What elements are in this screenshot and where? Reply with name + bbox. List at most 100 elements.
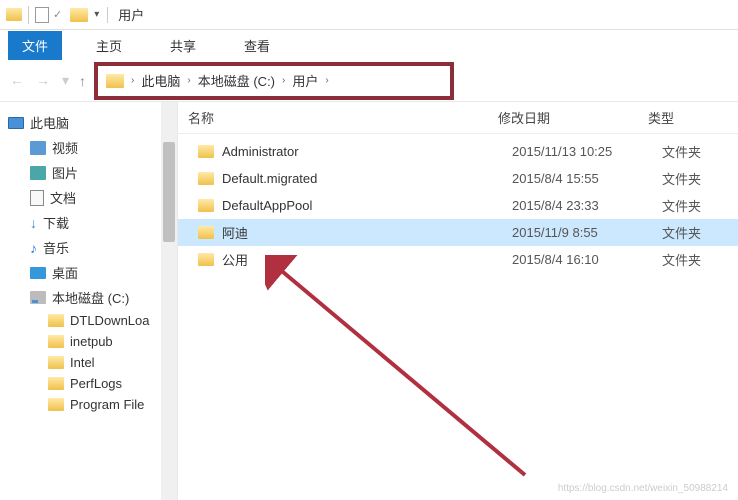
header-type[interactable]: 类型 (648, 108, 728, 127)
sidebar-item[interactable]: Program File (0, 394, 177, 415)
sidebar-item[interactable]: 文档 (0, 185, 177, 210)
file-type: 文件夹 (662, 196, 701, 215)
header-name[interactable]: 名称 (188, 108, 498, 127)
sidebar-item-label: Program File (70, 397, 144, 412)
qat-doc-icon[interactable] (35, 7, 49, 23)
tab-home[interactable]: 主页 (82, 31, 136, 60)
pictures-icon (30, 166, 46, 180)
folder-icon (198, 226, 214, 239)
file-name: Default.migrated (222, 171, 512, 186)
folder-icon (48, 314, 64, 327)
file-name: Administrator (222, 144, 512, 159)
sidebar-item[interactable]: PerfLogs (0, 373, 177, 394)
file-date: 2015/8/4 15:55 (512, 171, 662, 186)
sidebar-item-label: 本地磁盘 (C:) (52, 288, 129, 307)
file-name: DefaultAppPool (222, 198, 512, 213)
sidebar-item-label: inetpub (70, 334, 113, 349)
folder-icon (48, 377, 64, 390)
chevron-right-icon[interactable]: › (325, 75, 328, 86)
chevron-right-icon[interactable]: › (131, 75, 134, 86)
folder-icon (48, 335, 64, 348)
disk-icon (30, 291, 46, 304)
pc-icon (8, 117, 24, 129)
file-row[interactable]: Administrator2015/11/13 10:25文件夹 (178, 138, 738, 165)
sidebar-item[interactable]: 桌面 (0, 260, 177, 285)
file-type: 文件夹 (662, 223, 701, 242)
file-list-pane: 名称 修改日期 类型 Administrator2015/11/13 10:25… (178, 102, 738, 500)
nav-arrows: ← → ▾ (10, 72, 69, 89)
file-date: 2015/8/4 23:33 (512, 198, 662, 213)
sidebar-item[interactable]: Intel (0, 352, 177, 373)
folder-icon (48, 356, 64, 369)
forward-arrow-icon[interactable]: → (36, 72, 50, 89)
sidebar-item[interactable]: DTLDownLoa (0, 310, 177, 331)
file-row[interactable]: 公用2015/8/4 16:10文件夹 (178, 246, 738, 273)
file-row[interactable]: 阿迪2015/11/9 8:55文件夹 (178, 219, 738, 246)
desktop-icon (30, 267, 46, 279)
file-type: 文件夹 (662, 250, 701, 269)
download-icon: ↓ (30, 215, 37, 231)
address-bar: ← → ▾ ↑ › 此电脑 › 本地磁盘 (C:) › 用户 › (0, 60, 738, 102)
sidebar-item-label: DTLDownLoa (70, 313, 150, 328)
qat-folder-icon (6, 8, 22, 21)
breadcrumb-highlight[interactable]: › 此电脑 › 本地磁盘 (C:) › 用户 › (94, 62, 454, 100)
file-rows: Administrator2015/11/13 10:25文件夹Default.… (178, 134, 738, 273)
music-icon: ♪ (30, 240, 37, 256)
sidebar-item[interactable]: ↓ 下载 (0, 210, 177, 235)
folder-icon (198, 145, 214, 158)
back-arrow-icon[interactable]: ← (10, 72, 24, 89)
tab-share[interactable]: 共享 (156, 31, 210, 60)
header-date[interactable]: 修改日期 (498, 108, 648, 127)
sidebar-item[interactable]: 此电脑 (0, 110, 177, 135)
breadcrumb-users[interactable]: 用户 (292, 71, 318, 90)
qat-divider (28, 6, 29, 24)
sidebar-item-label: 此电脑 (30, 113, 69, 132)
history-dropdown-icon[interactable]: ▾ (62, 72, 69, 89)
file-name: 阿迪 (222, 223, 512, 242)
breadcrumb-folder-icon (106, 74, 124, 88)
content-area: 此电脑视频图片文档 ↓ 下载 ♪ 音乐桌面本地磁盘 (C:) DTLDownLoa inet… (0, 102, 738, 500)
file-date: 2015/11/13 10:25 (512, 144, 662, 159)
tab-view[interactable]: 查看 (230, 31, 284, 60)
sidebar-scrollbar[interactable] (161, 102, 177, 500)
title-separator (107, 7, 108, 23)
sidebar-item[interactable]: 本地磁盘 (C:) (0, 285, 177, 310)
chevron-right-icon[interactable]: › (282, 75, 285, 86)
folder-icon (198, 199, 214, 212)
sidebar-item[interactable]: 视频 (0, 135, 177, 160)
video-icon (30, 141, 46, 155)
navigation-pane: 此电脑视频图片文档 ↓ 下载 ♪ 音乐桌面本地磁盘 (C:) DTLDownLoa inet… (0, 102, 178, 500)
sidebar-item-label: 文档 (50, 188, 76, 207)
folder-icon (198, 172, 214, 185)
folder-icon (198, 253, 214, 266)
breadcrumb-disk-c[interactable]: 本地磁盘 (C:) (198, 71, 275, 90)
title-folder-icon (70, 8, 88, 22)
file-date: 2015/8/4 16:10 (512, 252, 662, 267)
sidebar-item-label: 下载 (43, 213, 69, 232)
file-type: 文件夹 (662, 169, 701, 188)
up-arrow-icon[interactable]: ↑ (79, 73, 86, 89)
watermark: https://blog.csdn.net/weixin_50988214 (558, 483, 728, 494)
sidebar-item-label: 图片 (52, 163, 78, 182)
qat-dropdown-icon[interactable]: ▾ (94, 9, 99, 20)
sidebar-item-label: 桌面 (52, 263, 78, 282)
tab-file[interactable]: 文件 (8, 31, 62, 60)
file-name: 公用 (222, 250, 512, 269)
folder-icon (48, 398, 64, 411)
sidebar-item[interactable]: ♪ 音乐 (0, 235, 177, 260)
breadcrumb-this-pc[interactable]: 此电脑 (141, 71, 180, 90)
documents-icon (30, 190, 44, 206)
column-headers: 名称 修改日期 类型 (178, 102, 738, 134)
file-date: 2015/11/9 8:55 (512, 225, 662, 240)
sidebar-item[interactable]: 图片 (0, 160, 177, 185)
qat-check-icon[interactable]: ✓ (53, 8, 62, 21)
scrollbar-thumb[interactable] (163, 142, 175, 242)
sidebar-item-label: Intel (70, 355, 95, 370)
chevron-right-icon[interactable]: › (187, 75, 190, 86)
file-row[interactable]: Default.migrated2015/8/4 15:55文件夹 (178, 165, 738, 192)
file-row[interactable]: DefaultAppPool2015/8/4 23:33文件夹 (178, 192, 738, 219)
sidebar-item[interactable]: inetpub (0, 331, 177, 352)
sidebar-item-label: 视频 (52, 138, 78, 157)
sidebar-item-label: 音乐 (43, 238, 69, 257)
file-type: 文件夹 (662, 142, 701, 161)
